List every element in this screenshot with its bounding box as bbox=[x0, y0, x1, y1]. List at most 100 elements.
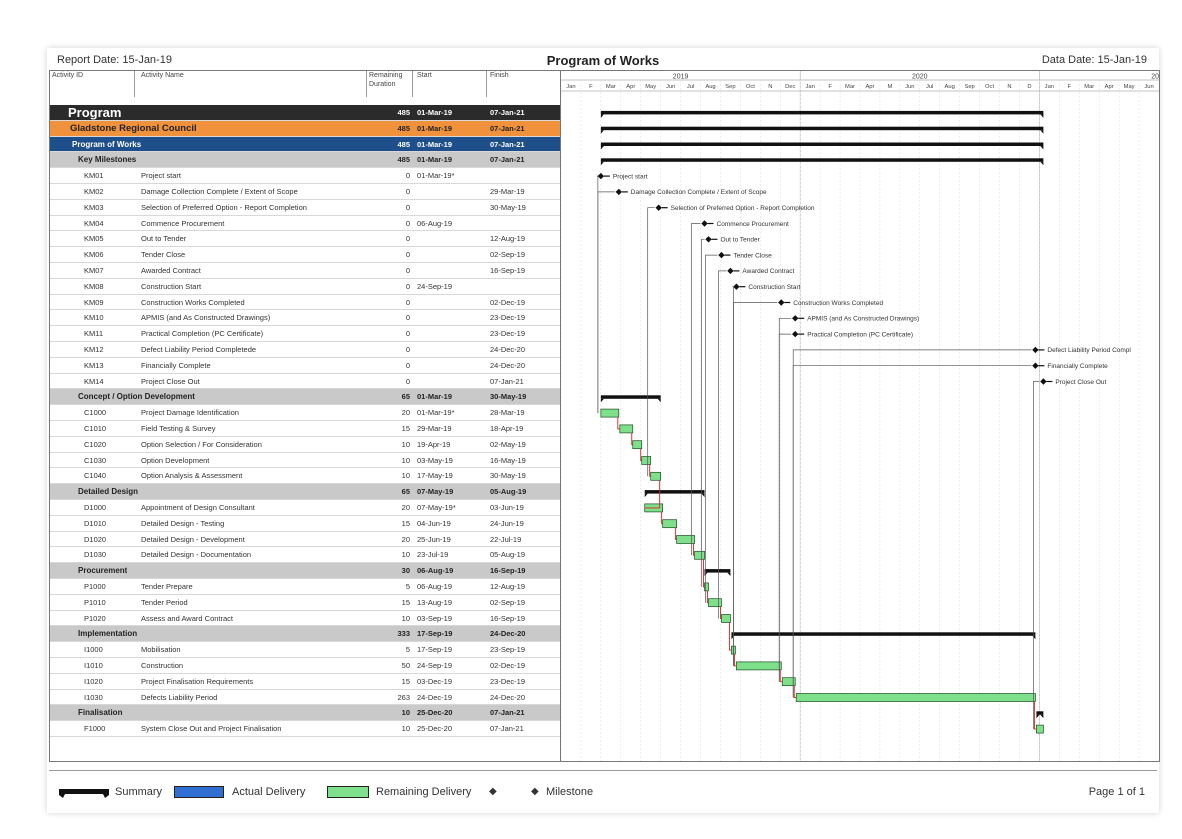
duration-cell: 0 bbox=[405, 345, 410, 354]
group-row: Implementation 333 17-Sep-19 24-Dec-20 bbox=[50, 626, 560, 643]
activity-name-cell: Project Finalisation Requirements bbox=[141, 676, 254, 686]
remaining-bar bbox=[708, 598, 722, 608]
month-label: Mar bbox=[845, 84, 855, 90]
summary-bar bbox=[600, 126, 1044, 131]
month-label: F bbox=[1068, 84, 1072, 90]
duration-cell: 0 bbox=[405, 187, 410, 196]
duration-cell: 485 bbox=[397, 139, 410, 149]
start-cell: 01-Mar-19* bbox=[417, 171, 455, 181]
start-cell: 24-Sep-19 bbox=[417, 661, 453, 670]
finish-cell: 30-May-19 bbox=[490, 392, 527, 402]
remaining-bar bbox=[694, 550, 705, 560]
milestone-link bbox=[778, 317, 792, 682]
start-cell: 25-Dec-20 bbox=[417, 724, 453, 734]
summary-cap bbox=[600, 146, 604, 150]
duration-cell: 5 bbox=[405, 582, 410, 591]
remaining-bar bbox=[632, 440, 643, 450]
group-row: Procurement 30 06-Aug-19 16-Sep-19 bbox=[50, 563, 560, 579]
finish-cell: 16-Sep-19 bbox=[490, 613, 526, 623]
page-number: Page 1 of 1 bbox=[1088, 786, 1145, 798]
group-label-cell: Concept / Option Development bbox=[78, 392, 195, 402]
group-label-cell: Gladstone Regional Council bbox=[70, 122, 197, 134]
duration-cell: 0 bbox=[405, 376, 410, 386]
finish-cell: 02-May-19 bbox=[490, 439, 526, 449]
summary-cap bbox=[1040, 114, 1044, 118]
month-label: Dec bbox=[785, 84, 795, 90]
duration-cell: 0 bbox=[405, 234, 410, 244]
activity-id-cell: KM13 bbox=[84, 360, 104, 370]
summary-cap bbox=[600, 398, 604, 403]
col-activity-name: Activity Name bbox=[141, 72, 184, 79]
col-start: Start bbox=[417, 72, 432, 79]
activity-id-cell: KM05 bbox=[84, 234, 104, 244]
diamond-icon: ◆ bbox=[489, 786, 497, 797]
activity-id-cell: C1010 bbox=[84, 424, 107, 433]
duration-cell: 485 bbox=[397, 123, 410, 133]
duration-cell: 333 bbox=[397, 629, 410, 639]
finish-cell: 29-Mar-19 bbox=[490, 187, 525, 196]
duration-cell: 15 bbox=[401, 676, 410, 686]
table-row: KM06 Tender Close 0 02-Sep-19 bbox=[50, 247, 560, 263]
summary-legend-icon bbox=[59, 789, 109, 798]
month-label: F bbox=[589, 84, 593, 90]
activity-name-cell: Defect Liability Period Completede bbox=[141, 345, 257, 354]
start-cell: 25-Jun-19 bbox=[417, 534, 451, 544]
start-cell: 01-Mar-19 bbox=[417, 139, 453, 149]
start-cell: 01-Mar-19 bbox=[417, 155, 453, 165]
summary-bar bbox=[600, 158, 1044, 162]
summary-cap bbox=[600, 114, 604, 118]
activity-id-cell: KM01 bbox=[84, 171, 104, 181]
duration-cell: 65 bbox=[401, 392, 410, 402]
activity-name-cell: Project Close Out bbox=[141, 376, 200, 386]
milestone-link bbox=[701, 238, 705, 587]
group-label-cell: Key Milestones bbox=[78, 155, 137, 165]
month-label: Jun bbox=[666, 84, 675, 90]
milestone-legend-icon: ◆ bbox=[531, 786, 539, 797]
milestone-label: Commence Procurement bbox=[717, 221, 789, 228]
table-row: D1030 Detailed Design - Documentation 10 23… bbox=[50, 547, 560, 564]
milestone-label: APMIS (and As Constructed Drawings) bbox=[807, 316, 919, 323]
month-label: Oct bbox=[746, 84, 755, 90]
summary-cap bbox=[1040, 130, 1044, 134]
report-sheet: Report Date: 15-Jan-19 Program of Works … bbox=[47, 48, 1160, 813]
milestone-diamond bbox=[718, 251, 725, 259]
duration-cell: 15 bbox=[401, 424, 410, 433]
finish-cell: 03-Jun-19 bbox=[490, 503, 524, 512]
duration-cell: 0 bbox=[405, 250, 410, 260]
month-label: Jul bbox=[926, 84, 933, 90]
table-row: C1010 Field Testing & Survey 15 29-Mar-19 18… bbox=[50, 421, 560, 437]
summary-bar bbox=[644, 490, 705, 494]
start-cell: 01-Mar-19 bbox=[417, 392, 453, 402]
finish-cell: 24-Dec-20 bbox=[490, 692, 526, 702]
legend-summary: Summary bbox=[115, 786, 163, 798]
start-cell: 07-May-19 bbox=[417, 487, 454, 497]
year-label: 2021 bbox=[1151, 74, 1159, 81]
summary-cap bbox=[600, 161, 604, 166]
duration-cell: 0 bbox=[405, 313, 410, 323]
start-cell: 29-Mar-19 bbox=[417, 424, 452, 433]
milestone-diamond bbox=[1032, 362, 1039, 369]
activity-id-cell: C1030 bbox=[84, 455, 107, 465]
activity-name-cell: Detailed Design - Development bbox=[141, 534, 245, 544]
duration-cell: 10 bbox=[401, 708, 410, 718]
summary-cap bbox=[701, 493, 705, 498]
activity-name-cell: Construction bbox=[141, 661, 184, 670]
milestone-diamond bbox=[701, 220, 708, 227]
col-remaining: Remaining bbox=[369, 72, 403, 79]
finish-cell: 07-Jan-21 bbox=[490, 708, 525, 718]
finish-cell: 05-Aug-19 bbox=[490, 487, 527, 497]
table-row: KM14 Project Close Out 0 07-Jan-21 bbox=[50, 373, 560, 390]
activity-id-cell: P1000 bbox=[84, 582, 106, 591]
milestone-link bbox=[718, 270, 727, 619]
milestone-link bbox=[691, 223, 701, 556]
remaining-bar bbox=[650, 471, 662, 481]
finish-cell: 18-Apr-19 bbox=[490, 424, 524, 433]
gantt-svg: 2019 2020 2021 Jan F Mar Apr May Jun Jul Aug Sep Oct… bbox=[561, 71, 1159, 761]
duration-cell: 10 bbox=[401, 724, 410, 734]
summary-bar bbox=[731, 632, 1036, 636]
legend-actual: Actual Delivery bbox=[232, 786, 306, 798]
table-row: I1010 Construction 50 24-Sep-19 02-Dec-19 bbox=[50, 658, 560, 674]
start-cell: 06-Aug-19 bbox=[417, 566, 454, 576]
duration-cell: 263 bbox=[397, 692, 410, 702]
start-cell: 24-Sep-19 bbox=[417, 281, 453, 291]
